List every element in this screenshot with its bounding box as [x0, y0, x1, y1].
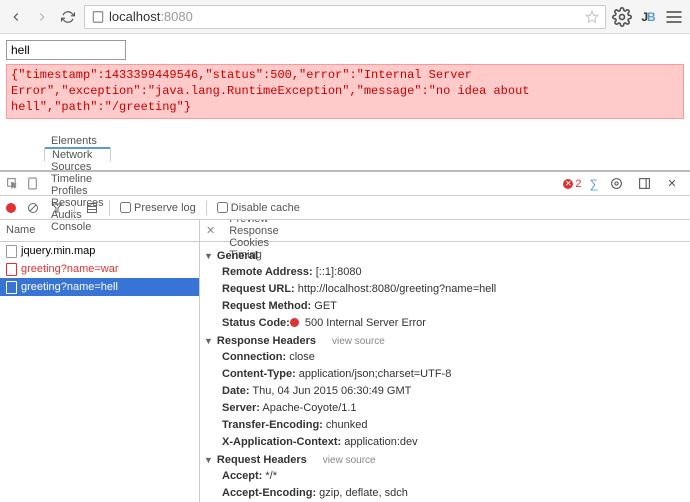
page-content: {"timestamp":1433399449546,"status":500,…	[0, 34, 690, 125]
header-entry: Content-Type: application/json;charset=U…	[200, 366, 690, 383]
settings-icon[interactable]	[612, 7, 632, 27]
section-header[interactable]: ▼Request Headersview source	[200, 452, 690, 468]
header-entry: X-Application-Context: application:dev	[200, 434, 690, 451]
file-icon	[6, 245, 17, 258]
file-icon	[6, 281, 17, 294]
header-entry: Date: Thu, 04 Jun 2015 06:30:49 GMT	[200, 383, 690, 400]
device-icon[interactable]	[24, 176, 40, 192]
status-dot-icon	[290, 318, 299, 327]
header-entry: Request URL: http://localhost:8080/greet…	[200, 281, 690, 298]
devtools-tab-bar: ElementsNetworkSourcesTimelineProfilesRe…	[0, 172, 690, 196]
network-request-list: Name jquery.min.mapgreeting?name=wargree…	[0, 220, 200, 502]
drawer-toggle-icon[interactable]: ∑	[589, 177, 598, 191]
inspect-icon[interactable]	[4, 176, 20, 192]
url-text: localhost:8080	[109, 9, 581, 24]
disable-cache-checkbox[interactable]: Disable cache	[217, 202, 300, 214]
header-entry: Status Code: 500 Internal Server Error	[200, 315, 690, 332]
browser-toolbar: localhost:8080 JB	[0, 0, 690, 34]
close-detail-icon[interactable]: ✕	[200, 224, 221, 237]
address-bar[interactable]: localhost:8080	[84, 5, 606, 29]
view-source-link[interactable]: view source	[323, 455, 376, 466]
header-entry: Connection: close	[200, 349, 690, 366]
back-button[interactable]	[6, 7, 26, 27]
header-entry: Remote Address: [::1]:8080	[200, 264, 690, 281]
greeting-input[interactable]	[6, 40, 126, 60]
network-request-row[interactable]: jquery.min.map	[0, 242, 199, 260]
jb-extension-icon[interactable]: JB	[638, 7, 658, 27]
reload-button[interactable]	[58, 7, 78, 27]
detail-tab-response[interactable]: Response	[221, 225, 287, 237]
devtools-tab-sources[interactable]: Sources	[44, 161, 111, 173]
detail-tab-bar: ✕ HeadersPreviewResponseCookiesTiming	[200, 220, 690, 242]
view-icon[interactable]	[85, 201, 99, 215]
devtools-tab-profiles[interactable]: Profiles	[44, 185, 111, 197]
devtools-settings-icon[interactable]	[606, 174, 626, 194]
preserve-log-checkbox[interactable]: Preserve log	[120, 202, 196, 214]
menu-icon[interactable]	[664, 7, 684, 27]
devtools-tab-network[interactable]: Network	[44, 147, 111, 162]
network-request-row[interactable]: greeting?name=war	[0, 260, 199, 278]
view-source-link[interactable]: view source	[332, 336, 385, 347]
forward-button[interactable]	[32, 7, 52, 27]
page-icon	[91, 10, 105, 24]
header-entry: Accept: */*	[200, 468, 690, 485]
section-header[interactable]: ▼Response Headersview source	[200, 333, 690, 349]
network-request-row[interactable]: greeting?name=hell	[0, 278, 199, 296]
list-header-name[interactable]: Name	[0, 220, 199, 242]
star-icon[interactable]	[585, 10, 599, 24]
devtools-close-icon[interactable]: ✕	[662, 174, 682, 194]
header-entry: Transfer-Encoding: chunked	[200, 417, 690, 434]
dock-icon[interactable]	[634, 174, 654, 194]
console-error-count[interactable]: ✕2	[563, 178, 581, 190]
devtools-panel: ElementsNetworkSourcesTimelineProfilesRe…	[0, 170, 690, 502]
clear-icon[interactable]	[26, 201, 40, 215]
devtools-tab-elements[interactable]: Elements	[44, 135, 111, 147]
record-button[interactable]	[6, 203, 16, 213]
header-entry: Server: Apache-Coyote/1.1	[200, 400, 690, 417]
devtools-tab-timeline[interactable]: Timeline	[44, 173, 111, 185]
file-icon	[6, 263, 17, 276]
header-entry: Accept-Encoding: gzip, deflate, sdch	[200, 485, 690, 502]
header-entry: Request Method: GET	[200, 298, 690, 315]
network-detail-pane: ✕ HeadersPreviewResponseCookiesTiming ▼G…	[200, 220, 690, 502]
network-toolbar: Preserve log Disable cache	[0, 196, 690, 220]
section-header[interactable]: ▼General	[200, 248, 690, 264]
error-response-box: {"timestamp":1433399449546,"status":500,…	[6, 64, 684, 119]
filter-icon[interactable]	[50, 201, 64, 215]
